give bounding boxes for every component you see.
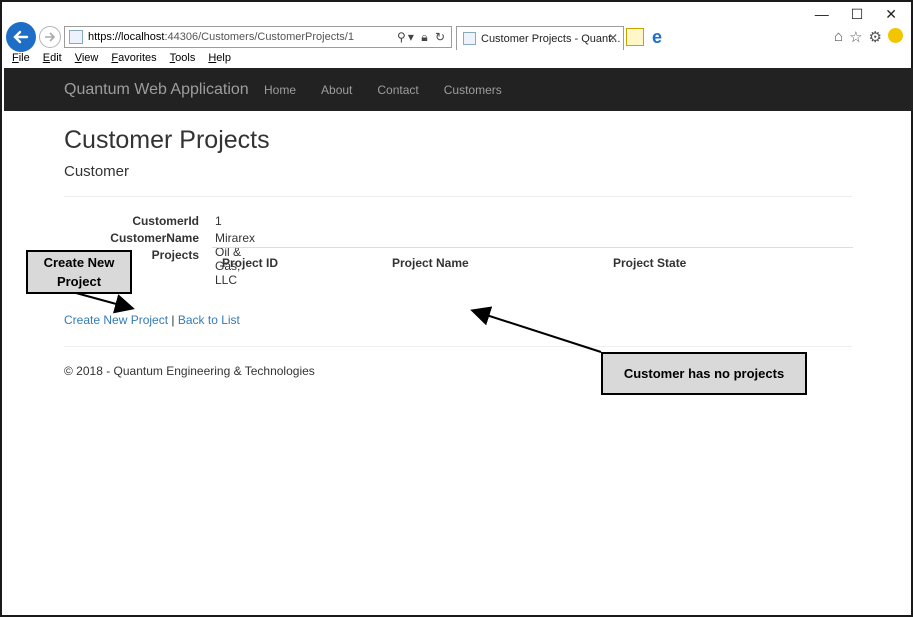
window-frame: https://localhost:44306/Customers/Custom… (0, 0, 913, 617)
create-arrow (75, 292, 135, 314)
no-projects-arrow (470, 306, 602, 353)
annotation-arrows (75, 292, 602, 353)
